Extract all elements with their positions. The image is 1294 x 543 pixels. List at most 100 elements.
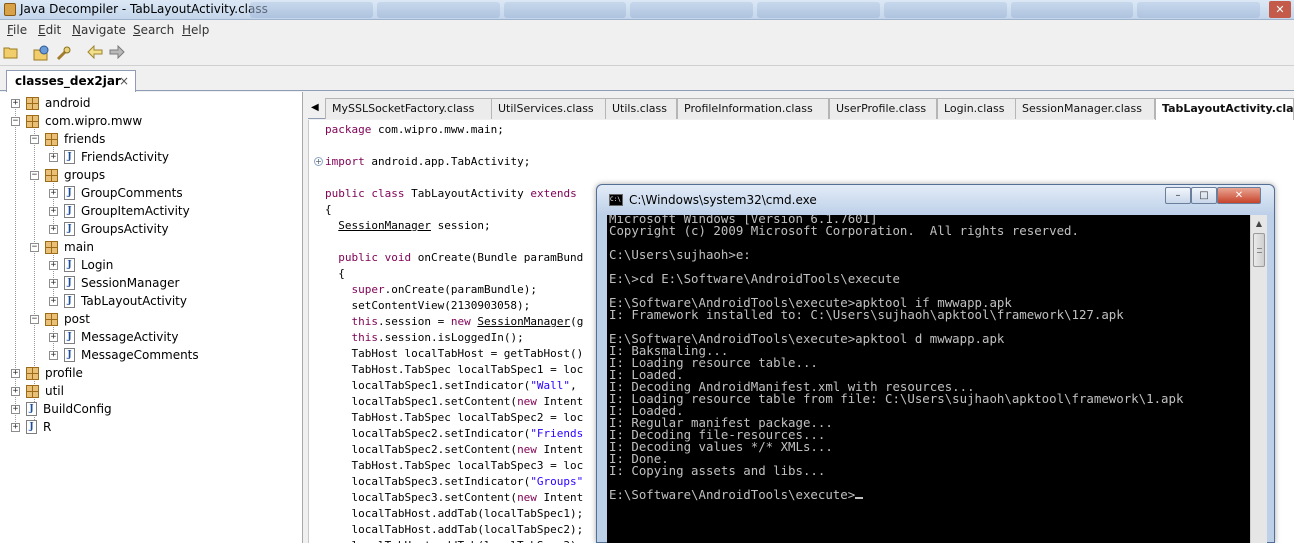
code-token: Intent — [536, 395, 584, 408]
package-icon — [45, 312, 58, 326]
code-line: localTabHost.addTab(localTabSpec1); — [325, 506, 583, 522]
expand-node-icon[interactable]: + — [49, 206, 58, 216]
tree-item-friends[interactable]: − friends — [30, 130, 105, 148]
menu-help[interactable]: Help — [182, 23, 209, 37]
open-type-icon[interactable] — [32, 45, 50, 63]
expand-node-icon[interactable]: + — [11, 404, 20, 414]
code-token: setContentView(2130903058); — [325, 299, 531, 312]
expand-node-icon[interactable]: + — [49, 332, 58, 342]
fold-expand-icon[interactable]: + — [314, 157, 323, 166]
tree-item-post[interactable]: − post — [30, 310, 90, 328]
tree-item-label: MessageActivity — [81, 330, 179, 344]
tree-item-buildconfig[interactable]: + J BuildConfig — [11, 400, 112, 418]
menu-edit[interactable]: Edit — [38, 23, 61, 37]
tree-item-label: GroupsActivity — [81, 222, 169, 236]
menu-navigate[interactable]: Navigate — [72, 23, 126, 37]
tree-item-messagecomments[interactable]: + J MessageComments — [49, 346, 199, 364]
expand-node-icon[interactable]: + — [49, 224, 58, 234]
code-token: TabHost.TabSpec localTabSpec2 = loc — [325, 411, 584, 424]
tabs-scroll-left-icon[interactable]: ◀ — [311, 102, 319, 113]
tree-item-label: com.wipro.mww — [45, 114, 143, 128]
menu-search[interactable]: Search — [133, 23, 174, 37]
expand-node-icon[interactable]: + — [11, 386, 20, 396]
code-line: this.session = new SessionManager(g — [325, 314, 584, 330]
expand-node-icon[interactable]: + — [11, 422, 20, 432]
terminal-output[interactable]: Microsoft Windows [Version 6.1.7601] Copy… — [607, 215, 1250, 543]
tree-item-r[interactable]: + J R — [11, 418, 51, 436]
package-icon — [45, 168, 58, 182]
expand-node-icon[interactable]: + — [49, 296, 58, 306]
back-arrow-icon[interactable] — [86, 44, 104, 63]
tree-item-android[interactable]: + android — [11, 94, 91, 112]
cmd-maximize-button[interactable]: □ — [1191, 187, 1217, 204]
package-icon — [26, 384, 39, 398]
cmd-minimize-button[interactable]: – — [1165, 187, 1191, 204]
tree-item-label: groups — [64, 168, 106, 182]
collapse-node-icon[interactable]: − — [30, 242, 39, 252]
tree-item-tablayoutactivity[interactable]: + J TabLayoutActivity — [49, 292, 187, 310]
forward-arrow-icon[interactable] — [108, 44, 126, 63]
window-close-icon[interactable]: ✕ — [1269, 1, 1291, 18]
cmd-close-button[interactable]: ✕ — [1217, 187, 1261, 204]
code-line: public class TabLayoutActivity extends — [325, 186, 577, 202]
expand-node-icon[interactable]: + — [49, 278, 58, 288]
tab-myssl-socket-factory[interactable]: MySSLSocketFactory.class — [325, 98, 499, 119]
expand-node-icon[interactable]: + — [11, 98, 20, 108]
terminal-scrollbar[interactable]: ▲ — [1250, 215, 1267, 543]
collapse-node-icon[interactable]: − — [30, 134, 39, 144]
expand-node-icon[interactable]: + — [49, 152, 58, 162]
expand-node-icon[interactable]: + — [49, 260, 58, 270]
code-token: public void — [338, 251, 412, 264]
expand-node-icon[interactable]: + — [49, 188, 58, 198]
tree-item-groupitemactivity[interactable]: + J GroupItemActivity — [49, 202, 190, 220]
scroll-thumb[interactable] — [1253, 233, 1265, 267]
code-token: "Wall" — [530, 379, 571, 392]
tree-item-groupcomments[interactable]: + J GroupComments — [49, 184, 183, 202]
tab-profile-information[interactable]: ProfileInformation.class — [677, 98, 829, 119]
code-token: session; — [430, 219, 491, 232]
tree-item-label: android — [45, 96, 91, 110]
expand-node-icon[interactable]: + — [11, 368, 20, 378]
code-token: new — [517, 491, 537, 504]
tree-item-label: friends — [64, 132, 106, 146]
terminal-line-text: E:\Software\AndroidTools\execute> — [609, 487, 856, 502]
tree-item-sessionmanager[interactable]: + J SessionManager — [49, 274, 179, 292]
search-tool-icon[interactable] — [55, 45, 73, 63]
file-tab-classes-dex2jar[interactable]: classes_dex2jar × — [6, 70, 136, 92]
tab-user-profile[interactable]: UserProfile.class — [829, 98, 937, 119]
tab-util-services[interactable]: UtilServices.class — [491, 98, 607, 119]
tree-item-groups[interactable]: − groups — [30, 166, 105, 184]
tree-item-messageactivity[interactable]: + J MessageActivity — [49, 328, 178, 346]
window-titlebar[interactable]: Java Decompiler - TabLayoutActivity.clas… — [0, 0, 1294, 20]
terminal-cursor — [855, 497, 864, 499]
tree-item-label: TabLayoutActivity — [81, 294, 187, 308]
code-token: TabHost.TabSpec localTabSpec1 = loc — [325, 363, 584, 376]
collapse-node-icon[interactable]: − — [11, 116, 20, 126]
menu-file[interactable]: File — [7, 23, 27, 37]
tree-item-util[interactable]: + util — [11, 382, 64, 400]
scroll-up-icon[interactable]: ▲ — [1251, 215, 1267, 232]
cmd-titlebar[interactable]: C:\ C:\Windows\system32\cmd.exe – □ ✕ — [597, 185, 1274, 215]
tab-login[interactable]: Login.class — [937, 98, 1017, 119]
code-token: new — [517, 395, 537, 408]
open-file-icon[interactable] — [2, 45, 20, 63]
code-line: TabHost.TabSpec localTabSpec3 = loc — [325, 458, 583, 474]
tree-item-groupsactivity[interactable]: + J GroupsActivity — [49, 220, 169, 238]
tab-tab-layout-activity[interactable]: TabLayoutActivity.class — [1155, 98, 1294, 120]
tree-item-main[interactable]: − main — [30, 238, 94, 256]
cmd-window[interactable]: C:\ C:\Windows\system32\cmd.exe – □ ✕ Mi… — [596, 184, 1275, 543]
tree-item-label: Login — [81, 258, 114, 272]
class-file-icon: J — [64, 276, 75, 290]
tab-close-icon[interactable]: × — [119, 74, 129, 88]
tab-utils[interactable]: Utils.class — [605, 98, 677, 119]
terminal-line: E:\>cd E:\Software\AndroidTools\execute — [609, 272, 900, 285]
tree-item-profile[interactable]: + profile — [11, 364, 83, 382]
expand-node-icon[interactable]: + — [49, 350, 58, 360]
collapse-node-icon[interactable]: − — [30, 314, 39, 324]
code-token: , — [570, 379, 584, 392]
tab-session-manager[interactable]: SessionManager.class — [1015, 98, 1155, 119]
tree-item-friendsactivity[interactable]: + J FriendsActivity — [49, 148, 169, 166]
tree-item-com-wipro-mww[interactable]: − com.wipro.mww — [11, 112, 142, 130]
tree-item-login[interactable]: + J Login — [49, 256, 113, 274]
collapse-node-icon[interactable]: − — [30, 170, 39, 180]
